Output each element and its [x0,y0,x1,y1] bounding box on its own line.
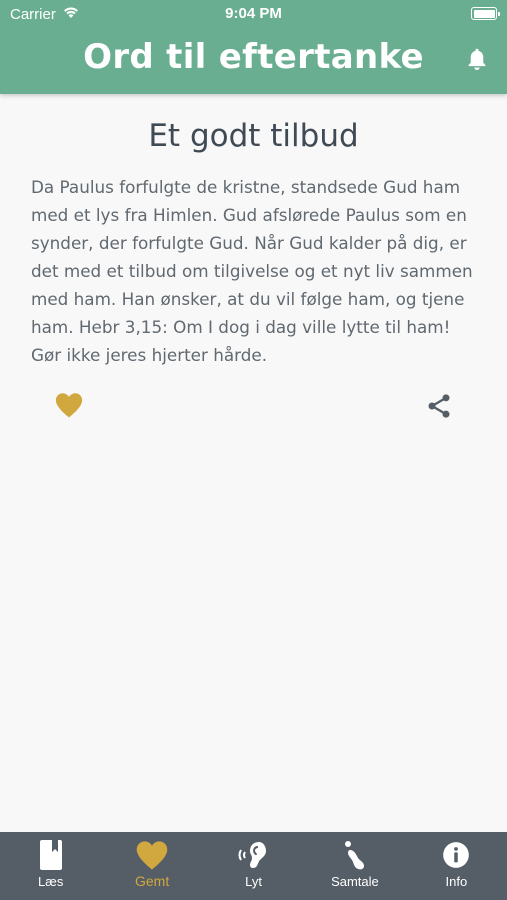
heart-icon [132,840,172,870]
tab-info[interactable]: Info [406,832,507,900]
tab-label: Læs [38,874,64,889]
article-body: Da Paulus forfulgte de kristne, standsed… [31,177,473,365]
tab-bar: Læs Gemt Lyt Samtale Info [0,832,507,900]
tab-gemt[interactable]: Gemt [101,832,202,900]
article-view: Et godt tilbud Da Paulus forfulgte de kr… [0,94,507,832]
article-title: Et godt tilbud [148,118,359,154]
tab-laes[interactable]: Læs [0,832,101,900]
tab-label: Lyt [245,874,262,889]
status-bar: Carrier 9:04 PM [0,0,507,28]
tab-samtale[interactable]: Samtale [304,832,405,900]
tab-label: Info [445,874,468,889]
tab-label: Samtale [331,874,379,889]
bell-icon[interactable] [464,46,490,72]
tab-label: Gemt [134,873,170,889]
favorite-heart-icon[interactable] [54,391,84,419]
app-title: Ord til eftertanke [83,37,424,77]
clock: 9:04 PM [225,5,282,22]
info-icon [436,840,476,870]
footprint-icon [335,840,375,870]
share-icon[interactable] [425,392,453,420]
book-icon [31,840,71,870]
ear-icon [234,840,274,870]
tab-lyt[interactable]: Lyt [203,832,304,900]
battery-icon [471,7,500,20]
header-bar: Carrier 9:04 PM Ord til eftertanke [0,0,507,94]
